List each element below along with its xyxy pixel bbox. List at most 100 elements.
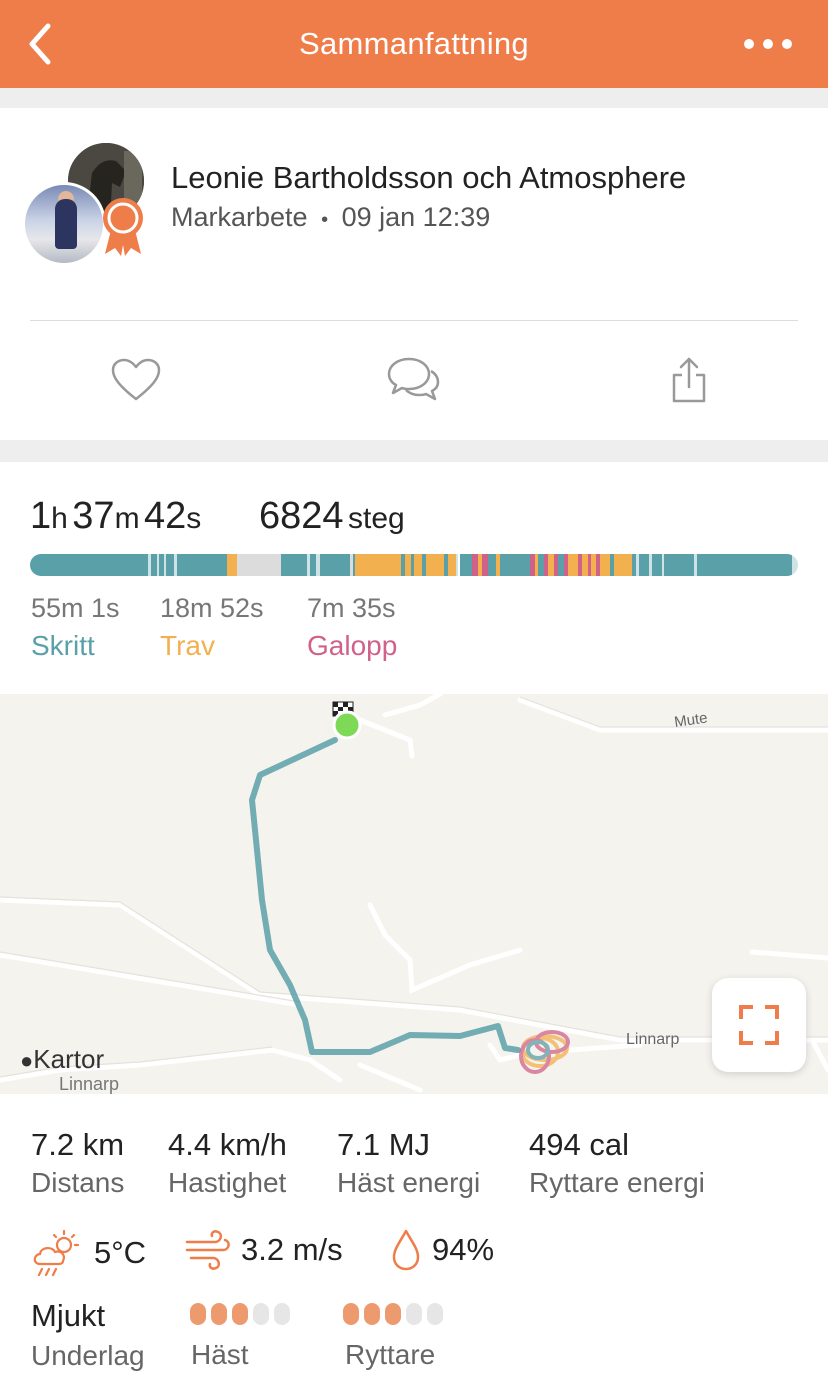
gait-segment: [632, 554, 636, 576]
gait-walk-time: 55m 1s: [31, 593, 120, 623]
gait-segment: [151, 554, 157, 576]
gait-segment: [544, 554, 548, 576]
rider-photo-body: [55, 199, 77, 249]
gait-trot-label: Trav: [160, 630, 215, 661]
duration-seconds: 42: [144, 495, 187, 537]
gait-canter-time: 7m 35s: [307, 593, 396, 623]
gait-segment: [310, 554, 316, 576]
metric-distance-value: 7.2 km: [31, 1127, 125, 1162]
surface-label: Underlag: [31, 1340, 145, 1371]
rider-rating-dot: [385, 1303, 401, 1325]
gait-segment: [500, 554, 506, 576]
rider-rating-dot: [406, 1303, 422, 1325]
gait-segment: [227, 554, 237, 576]
step-count: 6824 steg: [259, 495, 405, 538]
gait-segment: [596, 554, 600, 576]
steps-unit: steg: [348, 502, 405, 535]
apple-logo-icon: ●: [20, 1048, 34, 1073]
share-button[interactable]: [661, 352, 717, 408]
map-attribution-text: Kartor: [33, 1044, 105, 1074]
duration-minutes: 37: [72, 495, 115, 537]
metric-speed-value: 4.4 km/h: [168, 1127, 287, 1162]
duration-seconds-unit: s: [186, 502, 202, 535]
gait-segment: [578, 554, 582, 576]
duration-minutes-unit: m: [114, 502, 140, 535]
horse-condition-label: Häst: [191, 1339, 249, 1370]
gait-segment: [456, 554, 458, 576]
more-options-button[interactable]: [738, 28, 798, 60]
gait-segment: [496, 554, 500, 576]
activity-type: Markarbete: [171, 202, 308, 232]
water-drop-icon: [392, 1229, 420, 1271]
gait-segment: [588, 554, 591, 576]
separator-dot: •: [321, 209, 329, 231]
gait-segment: [697, 554, 792, 576]
top-bar: Sammanfattning: [0, 0, 828, 88]
horse-rating-dot: [232, 1303, 248, 1325]
gait-segment: [157, 554, 159, 576]
gait-segment: [174, 554, 177, 576]
weather-temperature: 5°C: [30, 1228, 146, 1278]
gait-segment: [426, 554, 444, 576]
route-map[interactable]: Mute Linnarp: [0, 694, 828, 1094]
gait-segment: [414, 554, 422, 576]
gait-segment: [30, 554, 148, 576]
comment-bubbles-icon: [387, 357, 440, 401]
start-marker-icon: [332, 710, 362, 740]
horse-rating-dot: [274, 1303, 290, 1325]
gait-segment: [600, 554, 610, 576]
metric-distance: 7.2 km Distans: [31, 1127, 124, 1199]
map-attribution[interactable]: ●Kartor: [20, 1044, 104, 1075]
gait-segment: [664, 554, 694, 576]
horse-rating-dot: [253, 1303, 269, 1325]
post-title[interactable]: Leonie Bartholdsson och Atmosphere: [171, 160, 686, 196]
back-button[interactable]: [18, 16, 74, 72]
comment-button[interactable]: [385, 352, 441, 408]
gait-segment: [558, 554, 564, 576]
metric-horse-energy: 7.1 MJ Häst energi: [337, 1127, 480, 1199]
gait-segment: [535, 554, 538, 576]
gait-segment: [482, 554, 488, 576]
rider-avatar[interactable]: [22, 182, 106, 266]
gait-segment: [166, 554, 174, 576]
gait-segment: [530, 554, 535, 576]
metric-rider-energy: 494 cal Ryttare energi: [529, 1127, 705, 1199]
gait-segment: [472, 554, 478, 576]
expand-map-button[interactable]: [712, 978, 806, 1072]
rider-condition-label: Ryttare: [345, 1339, 436, 1370]
gait-segment: [411, 554, 414, 576]
metric-horse-energy-value: 7.1 MJ: [337, 1127, 431, 1162]
chevron-left-icon: [29, 23, 51, 65]
rider-rating-dot: [427, 1303, 443, 1325]
gait-segment: [460, 554, 472, 576]
gait-segment: [281, 554, 307, 576]
map-canvas: Mute Linnarp: [0, 694, 828, 1093]
gait-segment: [401, 554, 405, 576]
metric-rider-energy-value: 494 cal: [529, 1127, 629, 1162]
gait-segment: [148, 554, 151, 576]
weather-humidity: 94%: [390, 1228, 494, 1272]
gait-segment: [610, 554, 614, 576]
gait-segment: [662, 554, 664, 576]
gait-segment: [582, 554, 588, 576]
like-button[interactable]: [108, 352, 164, 408]
arena-loops: [519, 1030, 570, 1074]
share-icon: [672, 357, 706, 403]
wind-icon: [185, 1230, 230, 1270]
gait-walk-label: Skritt: [31, 630, 95, 661]
temperature-value: 5°C: [94, 1235, 147, 1270]
surface-condition: Mjukt Underlag: [31, 1298, 145, 1372]
gait-trot: 18m 52s Trav: [160, 593, 264, 662]
road-label-linnarp-2: Linnarp: [59, 1074, 120, 1094]
gait-segment: [307, 554, 310, 576]
gait-segment: [164, 554, 166, 576]
gait-segment: [405, 554, 411, 576]
metric-speed-label: Hastighet: [168, 1167, 287, 1198]
gait-segment: [159, 554, 164, 576]
metric-horse-energy-label: Häst energi: [337, 1167, 481, 1198]
gait-segment: [355, 554, 401, 576]
gait-segment: [568, 554, 578, 576]
gait-segment: [652, 554, 662, 576]
gait-segment: [316, 554, 320, 576]
steps-value: 6824: [259, 495, 344, 537]
